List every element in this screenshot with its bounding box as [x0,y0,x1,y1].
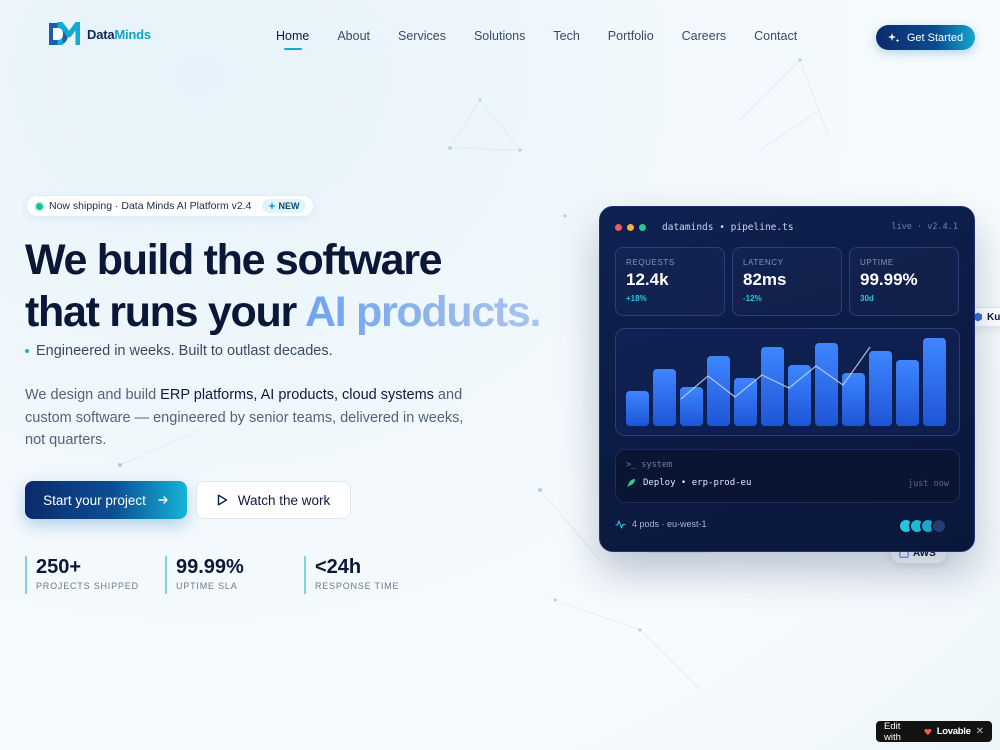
window-controls [615,224,646,231]
avatar [931,518,947,534]
chart-bar [815,343,838,426]
heart-icon [924,728,932,735]
metric-label: REQUESTS [626,258,675,267]
logo-mark-icon [49,22,80,45]
stat-projects: 250+ PROJECTS SHIPPED [25,556,139,594]
traffic-chart [615,328,960,436]
watch-work-button[interactable]: Watch the work [196,481,351,519]
nav-item-solutions[interactable]: Solutions [460,29,539,43]
metric-delta: -12% [743,294,762,303]
headline-line-1: We build the software [25,236,443,284]
chart-bar [626,391,649,426]
dashboard-filename: dataminds • pipeline.ts [662,222,794,233]
watch-work-label: Watch the work [237,492,331,508]
stat-value: 99.99% [176,556,244,578]
terminal-prompt: >_ system [626,460,673,470]
hero-description: We design and build ERP platforms, AI pr… [25,384,475,452]
chart-bar [788,365,811,426]
rocket-icon [627,479,635,487]
dashboard-live-label: live · v2.4.1 [891,222,958,232]
start-project-label: Start your project [43,492,146,508]
chart-bar [680,387,703,426]
hero-headline: We build the software that runs your AI … [25,234,542,338]
metric-value: 12.4k [626,270,669,289]
new-tag-label: NEW [278,201,300,211]
tagline-text: Engineered in weeks. Built to outlast de… [36,343,333,359]
arrow-right-icon [158,496,168,504]
chart-bar [761,347,784,426]
terminal-panel: >_ system Deploy • erp-prod-eu just now [615,449,960,503]
stat-label: UPTIME SLA [176,581,238,591]
dashboard-card: dataminds • pipeline.ts live · v2.4.1 RE… [599,206,975,552]
minimize-dot-icon [627,224,634,231]
metric-value: 82ms [743,270,787,289]
hero-tagline: Engineered in weeks. Built to outlast de… [25,343,333,359]
terminal-command-text: Deploy • erp-prod-eu [643,478,752,488]
metric-delta: 30d [860,294,874,303]
stat-label: RESPONSE TIME [315,581,400,591]
chart-bar [734,378,757,426]
chart-bars [626,338,946,426]
nav-item-about[interactable]: About [323,29,384,43]
sparkles-icon [887,32,900,42]
logo-text: DataMinds [87,26,151,42]
metric-requests: REQUESTS 12.4k +18% [615,247,725,316]
nav-item-services[interactable]: Services [384,29,460,43]
close-dot-icon [615,224,622,231]
terminal-command: Deploy • erp-prod-eu [626,478,751,488]
nav-item-careers[interactable]: Careers [668,29,740,43]
stat-label: PROJECTS SHIPPED [36,581,139,591]
metric-label: UPTIME [860,258,894,267]
stat-value: <24h [315,556,362,578]
tagline-dot [25,349,29,353]
chart-bar [869,351,892,426]
nav-item-home[interactable]: Home [262,29,323,43]
stat-value: 250+ [36,556,82,578]
dashboard-footer: 4 pods · eu-west-1 [615,519,707,529]
desc-part-1: We design and build [25,387,161,403]
traffic-bar-chart [626,338,946,426]
desc-strong: ERP platforms, AI products, cloud system… [160,387,434,403]
edit-with-lovable-badge[interactable]: Edit with Lovable ✕ [876,720,992,743]
headline-line-2: that runs your AI products. [25,286,542,338]
chart-bar [923,338,946,426]
metric-uptime: UPTIME 99.99% 30d [849,247,959,316]
play-icon [217,494,227,506]
nav-item-contact[interactable]: Contact [740,29,811,43]
stat-uptime: 99.99% UPTIME SLA [165,556,244,594]
close-icon[interactable]: ✕ [976,726,984,737]
sparkle-icon [267,202,276,210]
logo[interactable]: DataMinds [48,22,151,46]
metric-label: LATENCY [743,258,784,267]
headline-highlight: AI products. [304,288,542,336]
chart-bar [896,360,919,426]
headline-line-2-text: that runs your [25,288,297,336]
get-started-label: Get Started [906,31,964,44]
kubernetes-chip-label: Kul [987,311,1000,323]
metric-value: 99.99% [860,270,918,289]
lovable-prefix: Edit with [884,720,901,743]
terminal-time: just now [908,479,949,489]
announcement-badge[interactable]: Now shipping · Data Minds AI Platform v2… [26,195,314,217]
nav-item-tech[interactable]: Tech [539,29,593,43]
maximize-dot-icon [639,224,646,231]
badge-text: Now shipping · Data Minds AI Platform v2… [49,200,252,212]
status-dot [36,202,43,210]
dashboard-footer-text: 4 pods · eu-west-1 [632,519,707,529]
nav-item-portfolio[interactable]: Portfolio [594,29,668,43]
lovable-brand: Lovable [936,726,971,737]
new-tag: NEW [261,199,306,213]
chart-bar [653,369,676,426]
metric-latency: LATENCY 82ms -12% [732,247,842,316]
activity-icon [615,519,626,529]
start-project-button[interactable]: Start your project [25,481,187,519]
team-avatars [898,518,947,534]
metric-delta: +18% [626,294,647,303]
stat-response: <24h RESPONSE TIME [304,556,399,594]
main-nav: Home About Services Solutions Tech Portf… [262,29,811,43]
get-started-button[interactable]: Get Started [876,25,975,50]
